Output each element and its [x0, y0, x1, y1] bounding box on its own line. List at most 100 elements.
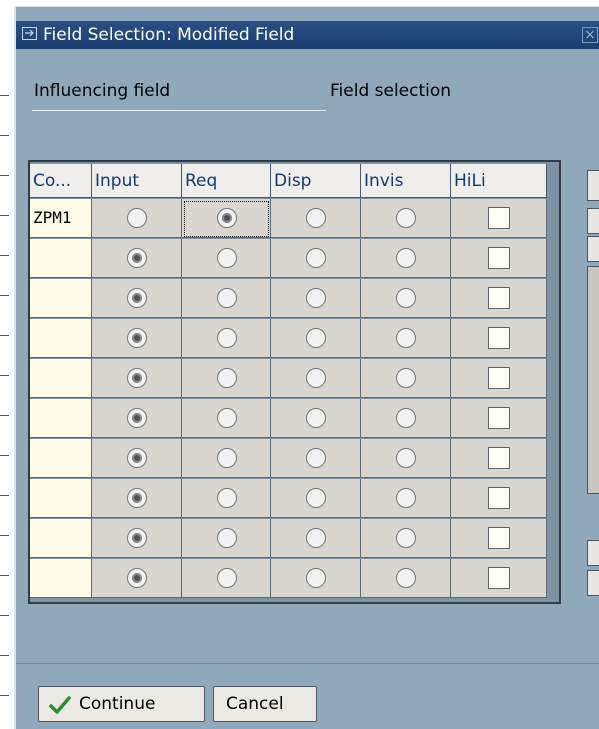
radio-input[interactable] — [127, 488, 147, 508]
radio-req[interactable] — [216, 408, 237, 428]
radio-disp[interactable] — [306, 328, 326, 348]
ruler-tick — [0, 415, 9, 416]
column-header-req[interactable]: Req — [182, 164, 271, 198]
ruler-tick — [0, 695, 9, 696]
code-cell[interactable] — [30, 399, 92, 438]
window-icon — [22, 27, 37, 40]
continue-button[interactable]: Continue — [38, 686, 205, 722]
radio-input[interactable] — [127, 208, 147, 228]
radio-req[interactable] — [216, 368, 237, 388]
column-header-disp[interactable]: Disp — [271, 164, 361, 198]
ruler-tick — [0, 455, 9, 456]
focus-indicator — [184, 201, 269, 237]
left-ruler — [0, 0, 14, 728]
radio-req[interactable] — [216, 488, 237, 508]
page-down-button[interactable] — [587, 570, 599, 596]
radio-invis[interactable] — [396, 488, 416, 508]
radio-disp[interactable] — [306, 248, 326, 268]
ruler-tick — [0, 495, 9, 496]
code-cell[interactable] — [30, 359, 92, 398]
radio-input[interactable] — [127, 448, 147, 468]
radio-input[interactable] — [127, 368, 147, 388]
radio-input[interactable] — [127, 408, 147, 428]
dialog-title: Field Selection: Modified Field — [43, 25, 295, 45]
radio-req[interactable] — [216, 448, 237, 468]
code-cell[interactable]: ZPM1 — [30, 199, 92, 238]
radio-invis[interactable] — [396, 368, 416, 388]
radio-input[interactable] — [127, 288, 147, 308]
column-header-input[interactable]: Input — [92, 164, 182, 198]
ruler-tick — [0, 135, 9, 136]
ruler-tick — [0, 255, 9, 256]
radio-req[interactable] — [216, 528, 237, 548]
hili-checkbox[interactable] — [488, 287, 510, 309]
hili-checkbox[interactable] — [488, 247, 510, 269]
ruler-tick — [0, 295, 9, 296]
radio-invis[interactable] — [396, 408, 416, 428]
code-cell[interactable] — [30, 279, 92, 318]
hili-checkbox[interactable] — [488, 487, 510, 509]
cancel-label: Cancel — [226, 694, 284, 714]
code-cell[interactable] — [30, 559, 92, 598]
ruler-tick — [0, 375, 9, 376]
scrollbar-track[interactable] — [587, 266, 599, 494]
cancel-button[interactable]: Cancel — [213, 686, 317, 722]
column-settings-button[interactable] — [587, 170, 599, 201]
code-cell[interactable] — [30, 519, 92, 558]
ruler-tick — [0, 335, 9, 336]
column-header-hili[interactable]: HiLi — [451, 164, 547, 198]
radio-disp[interactable] — [306, 368, 326, 388]
radio-input[interactable] — [127, 528, 147, 548]
radio-disp[interactable] — [306, 448, 326, 468]
radio-disp[interactable] — [306, 528, 326, 548]
hili-checkbox[interactable] — [488, 447, 510, 469]
title-bar[interactable]: Field Selection: Modified Field — [16, 21, 599, 49]
hili-checkbox[interactable] — [488, 527, 510, 549]
field-selection-table: Co... Input Req Disp Invis HiLi ZPM1 — [28, 160, 561, 604]
radio-req[interactable] — [216, 248, 237, 268]
ruler-tick — [0, 575, 9, 576]
hili-checkbox[interactable] — [488, 207, 510, 229]
radio-req[interactable] — [216, 568, 237, 588]
radio-invis[interactable] — [396, 568, 416, 588]
page-up-button[interactable] — [587, 208, 599, 234]
ruler-tick — [0, 215, 9, 216]
radio-invis[interactable] — [396, 248, 416, 268]
radio-disp[interactable] — [306, 208, 326, 228]
radio-req[interactable] — [216, 288, 237, 308]
close-icon[interactable] — [582, 27, 598, 43]
radio-disp[interactable] — [306, 568, 326, 588]
hili-checkbox[interactable] — [488, 367, 510, 389]
hili-checkbox[interactable] — [488, 407, 510, 429]
ruler-tick — [0, 615, 9, 616]
radio-input[interactable] — [127, 328, 147, 348]
radio-disp[interactable] — [306, 488, 326, 508]
code-cell[interactable] — [30, 239, 92, 278]
radio-input[interactable] — [127, 248, 147, 268]
scroll-up-button[interactable] — [587, 236, 599, 262]
checkmark-icon — [49, 696, 71, 714]
scroll-down-button[interactable] — [587, 540, 599, 566]
influencing-field-underline — [32, 110, 326, 111]
radio-invis[interactable] — [396, 528, 416, 548]
column-header-co[interactable]: Co... — [30, 164, 92, 198]
radio-req[interactable] — [216, 328, 237, 348]
code-cell[interactable] — [30, 479, 92, 518]
radio-invis[interactable] — [396, 448, 416, 468]
column-header-invis[interactable]: Invis — [361, 164, 451, 198]
code-cell[interactable] — [30, 439, 92, 478]
hili-checkbox[interactable] — [488, 567, 510, 589]
radio-invis[interactable] — [396, 288, 416, 308]
radio-disp[interactable] — [306, 288, 326, 308]
radio-invis[interactable] — [396, 328, 416, 348]
ruler-tick — [0, 175, 9, 176]
hili-checkbox[interactable] — [488, 327, 510, 349]
code-cell[interactable] — [30, 319, 92, 358]
radio-invis[interactable] — [396, 208, 416, 228]
ruler-tick — [0, 95, 9, 96]
table-scrollbar[interactable] — [587, 170, 599, 610]
influencing-field-label: Influencing field — [34, 81, 171, 101]
radio-disp[interactable] — [306, 408, 326, 428]
radio-input[interactable] — [127, 568, 147, 588]
continue-label: Continue — [79, 694, 156, 714]
